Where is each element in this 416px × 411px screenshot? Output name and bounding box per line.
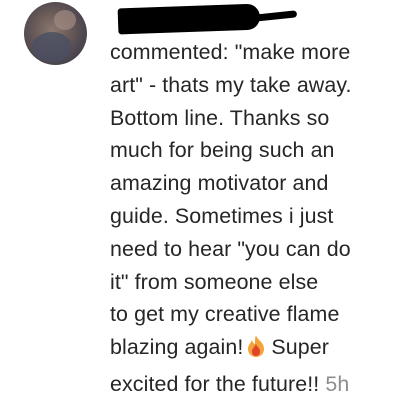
- avatar-highlight: [54, 10, 76, 30]
- comment-notification[interactable]: commented: "make more art" - thats my ta…: [0, 0, 416, 411]
- comment-line-segment: blazing again!: [110, 335, 244, 360]
- comment-line: need to hear "you can do: [110, 236, 351, 261]
- comment-line-with-emoji: blazing again! Super: [110, 331, 410, 368]
- comment-line: it" from someone else: [110, 269, 319, 294]
- comment-line: amazing motivator and: [110, 171, 329, 196]
- comment-line: Bottom line. Thanks so: [110, 105, 330, 130]
- comment-line: much for being such an: [110, 138, 335, 163]
- avatar[interactable]: [24, 2, 87, 65]
- comment-line: commented: "make more: [110, 40, 351, 64]
- timestamp: 5h: [325, 371, 350, 396]
- comment-line-segment: excited for the future!!: [110, 371, 320, 396]
- comment-line-with-timestamp: excited for the future!! 5h: [110, 368, 410, 401]
- comment-text: commented: "make more art" - thats my ta…: [110, 36, 410, 401]
- comment-line-segment: Super: [271, 335, 330, 360]
- comment-line: art" - thats my take away.: [110, 72, 352, 97]
- username-redaction: [117, 3, 261, 35]
- avatar-shadow: [32, 32, 72, 62]
- comment-line: to get my creative flame: [110, 302, 340, 327]
- comment-line: guide. Sometimes i just: [110, 203, 334, 228]
- fire-icon: [245, 334, 267, 368]
